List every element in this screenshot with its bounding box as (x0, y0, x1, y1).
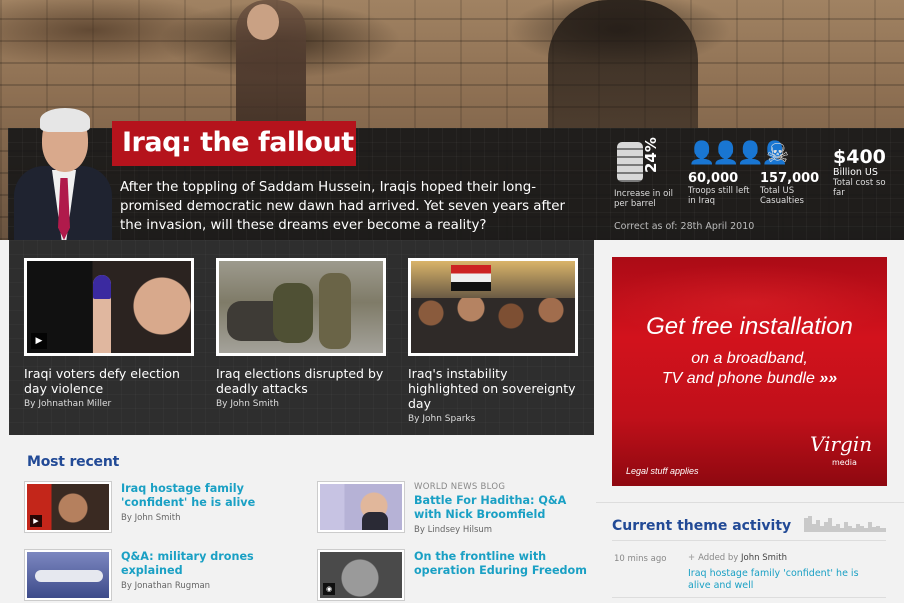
presenter-photo (14, 106, 112, 240)
stat-cost: $400 Billion US Total cost so far (833, 146, 895, 198)
activity-meta: + Added by John Smith (688, 553, 787, 563)
activity-user[interactable]: John Smith (741, 553, 787, 563)
stat-cost-value: $400 (833, 146, 886, 168)
activity-time: 10 mins ago (614, 554, 667, 564)
stat-troops: 60,000 Troops still left in Iraq (688, 171, 750, 206)
story-byline: By Jonathan Rugman (121, 581, 211, 591)
stat-oil: Increase in oil per barrel (614, 189, 678, 209)
ad-subline-2: TV and phone bundle (661, 370, 815, 387)
stat-troops-caption: Troops still left in Iraq (688, 186, 750, 206)
feature-strip: ▶ Iraqi voters defy election day violenc… (9, 240, 594, 435)
feature-thumbnail[interactable] (408, 258, 578, 356)
hero-title: Iraq: the fallout (122, 127, 354, 158)
hero-photo-child (247, 4, 279, 40)
camera-icon[interactable]: ◉ (323, 583, 335, 595)
stat-cost-unit: Billion US (833, 167, 878, 178)
divider (596, 502, 904, 503)
play-icon[interactable]: ▶ (30, 515, 42, 527)
activity-action: Added by (698, 553, 739, 563)
feature-headline[interactable]: Iraqi voters defy election day violence (24, 366, 196, 396)
virgin-media-logo[interactable]: Virgin media (804, 428, 872, 472)
story-thumbnail[interactable] (25, 550, 111, 600)
story-thumbnail[interactable]: ◉ (318, 550, 404, 600)
theme-activity-heading: Current theme activity (612, 518, 792, 534)
feature-headline[interactable]: Iraq's instability highlighted on sovere… (408, 366, 580, 411)
play-icon[interactable]: ▶ (31, 333, 47, 349)
feature-card[interactable]: ▶ Iraqi voters defy election day violenc… (24, 258, 196, 409)
hero-title-tag: Iraq: the fallout (112, 121, 356, 166)
story-headline[interactable]: Battle For Haditha: Q&A with Nick Broomf… (414, 494, 594, 522)
logo-script: Virgin (810, 432, 873, 456)
logo-word: media (832, 458, 857, 467)
feature-thumbnail[interactable]: ▶ (24, 258, 194, 356)
stats-updated-date: Correct as of: 28th April 2010 (614, 221, 755, 232)
story-kicker[interactable]: WORLD NEWS BLOG (414, 482, 594, 492)
plus-icon: + (688, 553, 696, 563)
story-headline[interactable]: Iraq hostage family 'confident' he is al… (121, 482, 301, 510)
feature-thumbnail[interactable] (216, 258, 386, 356)
feature-card[interactable]: Iraq elections disrupted by deadly attac… (216, 258, 388, 409)
stat-troops-value: 60,000 (688, 171, 739, 186)
story-headline[interactable]: On the frontline with operation Eduring … (414, 550, 594, 578)
activity-link[interactable]: Iraq hostage family 'confident' he is al… (688, 568, 878, 592)
story-thumbnail[interactable]: ▶ (25, 482, 111, 532)
story-thumbnail[interactable] (318, 482, 404, 532)
stat-casualties-value: 157,000 (760, 171, 820, 186)
feature-headline[interactable]: Iraq elections disrupted by deadly attac… (216, 366, 388, 396)
ad-legal: Legal stuff applies (626, 466, 699, 476)
ad-subline[interactable]: on a broadband, TV and phone bundle »» (612, 349, 887, 389)
ad-subline-1: on a broadband, (691, 350, 808, 367)
hero-photo-soldier-shadow (548, 0, 698, 128)
divider (612, 597, 886, 598)
divider (612, 540, 886, 541)
feature-byline: By John Smith (216, 399, 280, 409)
most-recent-heading: Most recent (27, 454, 120, 470)
advertisement[interactable]: Get free installation on a broadband, TV… (612, 257, 887, 486)
story-headline[interactable]: Q&A: military drones explained (121, 550, 301, 578)
story-byline: By John Smith (121, 513, 181, 523)
hero-description: After the toppling of Saddam Hussein, Ir… (120, 180, 565, 233)
stat-casualties: 157,000 Total US Casualties (760, 171, 824, 206)
stat-casualties-caption: Total US Casualties (760, 186, 804, 206)
feature-byline: By Johnathan Miller (24, 399, 112, 409)
stat-oil-value: 24% (642, 137, 660, 173)
story-byline: By Lindsey Hilsum (414, 525, 493, 535)
ad-headline[interactable]: Get free installation (612, 313, 887, 341)
stat-oil-caption: Increase in oil per barrel (614, 189, 674, 209)
oil-barrel-icon (617, 142, 643, 182)
feature-card[interactable]: Iraq's instability highlighted on sovere… (408, 258, 580, 424)
skull-icon: ☠ (766, 139, 790, 169)
activity-sparkline (804, 516, 886, 532)
arrow-icon: »» (819, 370, 838, 387)
feature-byline: By John Sparks (408, 414, 476, 424)
stat-cost-caption: Total cost so far (833, 178, 886, 198)
